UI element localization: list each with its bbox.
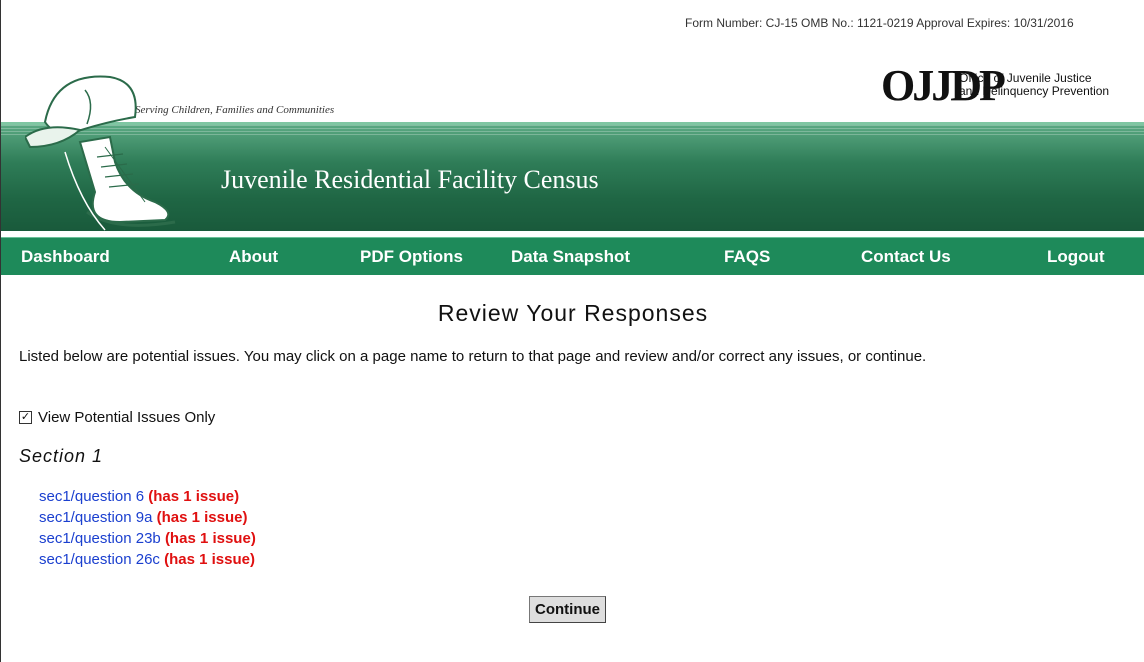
agency-name-line2: and Delinquency Prevention xyxy=(959,84,1110,98)
banner-title: Juvenile Residential Facility Census xyxy=(221,165,599,194)
issues-list: sec1/question 6 (has 1 issue) sec1/quest… xyxy=(39,486,256,570)
nav-faqs[interactable]: FAQS xyxy=(724,247,770,267)
list-item: sec1/question 9a (has 1 issue) xyxy=(39,507,256,528)
nav-about[interactable]: About xyxy=(229,247,278,267)
ojjdp-logo: OJJDP Office of Juvenile Justice and Del… xyxy=(881,66,1144,112)
list-item: sec1/question 26c (has 1 issue) xyxy=(39,549,256,570)
page-title: Review Your Responses xyxy=(437,300,709,326)
agency-name: Office of Juvenile Justice and Delinquen… xyxy=(959,72,1109,98)
checkbox-label: View Potential Issues Only xyxy=(38,409,216,426)
cap-and-sneakers-logo xyxy=(25,75,176,231)
form-number-text: Form Number: CJ-15 OMB No.: 1121-0219 Ap… xyxy=(685,16,1074,30)
nav-logout[interactable]: Logout xyxy=(1047,247,1105,267)
issue-count: (has 1 issue) xyxy=(156,509,248,526)
issue-count: (has 1 issue) xyxy=(164,530,256,547)
issue-count: (has 1 issue) xyxy=(148,488,240,505)
issue-page-link[interactable]: sec1/question 26c xyxy=(39,551,160,568)
checkbox-checked-icon[interactable]: ✓ xyxy=(19,411,32,424)
nav-pdf-options[interactable]: PDF Options xyxy=(360,247,463,267)
nav-dashboard[interactable]: Dashboard xyxy=(21,247,110,267)
nav-data-snapshot[interactable]: Data Snapshot xyxy=(511,247,630,267)
issue-count: (has 1 issue) xyxy=(164,551,255,568)
issue-page-link[interactable]: sec1/question 23b xyxy=(39,530,161,547)
section-title: Section 1 xyxy=(19,446,104,466)
continue-button[interactable]: Continue xyxy=(529,596,606,623)
issue-page-link[interactable]: sec1/question 9a xyxy=(39,509,152,526)
intro-text: Listed below are potential issues. You m… xyxy=(19,348,927,365)
view-issues-only-toggle[interactable]: ✓ View Potential Issues Only xyxy=(19,409,215,426)
main-nav: Dashboard About PDF Options Data Snapsho… xyxy=(1,237,1144,275)
list-item: sec1/question 23b (has 1 issue) xyxy=(39,528,256,549)
list-item: sec1/question 6 (has 1 issue) xyxy=(39,486,256,507)
issue-page-link[interactable]: sec1/question 6 xyxy=(39,488,144,505)
nav-contact-us[interactable]: Contact Us xyxy=(861,247,951,267)
